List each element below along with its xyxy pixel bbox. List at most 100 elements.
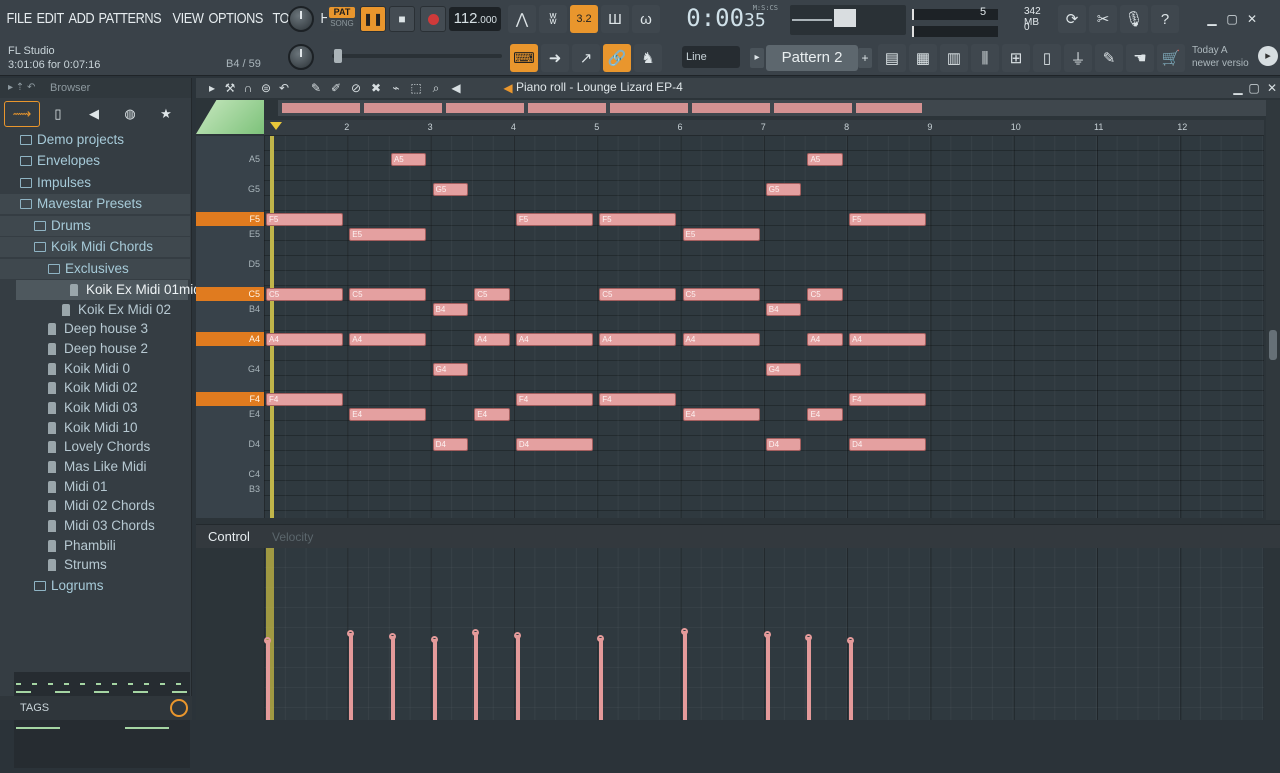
velocity-handle[interactable] <box>513 632 521 639</box>
news-arrow-icon[interactable]: ▸ <box>1258 46 1278 66</box>
browser-item[interactable]: Strums <box>0 555 190 575</box>
velocity-bar[interactable] <box>682 631 687 720</box>
undo-icon[interactable]: ↶ <box>276 81 292 95</box>
note[interactable]: A4 <box>807 333 843 346</box>
note[interactable]: F5 <box>849 213 927 226</box>
note[interactable]: F4 <box>599 393 677 406</box>
playback-icon[interactable]: ◀ <box>448 81 464 95</box>
scroll-thumb[interactable] <box>1269 330 1277 360</box>
master-pitch-handle[interactable] <box>334 49 342 63</box>
browser-item[interactable]: Mas Like Midi <box>0 457 190 477</box>
recording-filter-button[interactable]: ↗ <box>572 44 600 72</box>
record-button[interactable] <box>420 6 446 32</box>
blend-notes-button[interactable]: Ш <box>601 5 629 33</box>
online-tab[interactable]: ◍ <box>112 101 148 127</box>
select-icon[interactable]: ⬚ <box>408 81 424 95</box>
note[interactable]: C5 <box>807 288 843 301</box>
menu-edit[interactable]: EDIT <box>34 6 66 30</box>
note[interactable]: E4 <box>349 408 427 421</box>
velocity-bar[interactable] <box>765 634 770 720</box>
news-panel[interactable]: Today A newer versio <box>1192 44 1249 70</box>
minimize-button[interactable]: ▁ <box>1204 12 1220 26</box>
velocity-handle[interactable] <box>388 633 396 640</box>
piano-roll-title[interactable]: Piano roll - Lounge Lizard EP-4 <box>516 80 683 94</box>
audio-input-button[interactable]: 🎙 <box>1120 5 1148 33</box>
velocity-handle[interactable] <box>763 631 771 638</box>
note[interactable]: F5 <box>599 213 677 226</box>
velocity-bar[interactable] <box>432 639 437 720</box>
control-label[interactable]: Control <box>208 529 250 544</box>
add-pattern-button[interactable]: + <box>858 48 872 68</box>
browser-item[interactable]: Midi 01 <box>0 477 190 497</box>
note-grid[interactable]: A5 A5 G5 G5 F5 F5 F5 F5 E5 E5 C5 C5 C5 C5 C5 C5 B4 B4 A4 A4… <box>264 136 1264 518</box>
browser-item[interactable]: Lovely Chords <box>0 437 190 457</box>
note[interactable]: F5 <box>515 213 594 226</box>
note[interactable]: F4 <box>266 393 344 406</box>
browser-item[interactable]: Koik Midi Chords <box>0 237 190 257</box>
touch-controller-button[interactable]: ☚ <box>1126 44 1154 72</box>
note[interactable]: E5 <box>349 228 427 241</box>
close-window-button[interactable]: ✕ <box>1244 12 1260 26</box>
close-icon[interactable]: ✕ <box>1264 81 1280 95</box>
note[interactable]: D4 <box>515 438 594 451</box>
note[interactable]: C5 <box>599 288 677 301</box>
velocity-bar[interactable] <box>849 640 854 720</box>
note[interactable]: C5 <box>266 288 344 301</box>
snap-select[interactable]: Line <box>682 46 740 68</box>
velocity-handle[interactable] <box>264 637 271 644</box>
play-pause-button[interactable]: ❚❚ <box>360 6 386 32</box>
channel-color-tab[interactable] <box>196 100 264 134</box>
browser-item[interactable]: Demo projects <box>0 130 190 150</box>
countdown-button[interactable]: 3.2 <box>570 5 598 33</box>
typing-keyboard-button[interactable]: ⌨ <box>510 44 538 72</box>
velocity-bar[interactable] <box>807 637 812 720</box>
browser-item[interactable]: Deep house 3 <box>0 319 190 339</box>
note[interactable]: B4 <box>765 303 802 316</box>
menu-view[interactable]: VIEW <box>170 6 206 30</box>
current-project-tab[interactable]: ▯ <box>40 101 76 127</box>
tools-icon[interactable]: ⚒ <box>222 81 238 95</box>
playlist-button[interactable]: ▤ <box>878 44 906 72</box>
note[interactable]: F4 <box>515 393 594 406</box>
note[interactable]: C5 <box>349 288 427 301</box>
vertical-scrollbar[interactable] <box>1266 100 1280 520</box>
note[interactable]: A5 <box>807 153 843 166</box>
note[interactable]: E5 <box>682 228 760 241</box>
browser-item[interactable]: Mavestar Presets <box>0 194 190 214</box>
minimize-icon[interactable]: ▁ <box>1230 81 1246 95</box>
note[interactable]: F5 <box>266 213 344 226</box>
browser-item[interactable]: Phambili <box>0 536 190 556</box>
wait-record-button[interactable]: ʬ <box>539 5 567 33</box>
overview-scrollbar[interactable] <box>278 100 1268 116</box>
paint-brush-icon[interactable]: ✐ <box>328 81 344 95</box>
plugin-database-tab[interactable]: ◀ <box>76 101 112 127</box>
favorites-tab[interactable]: ★ <box>148 101 184 127</box>
note[interactable]: A4 <box>474 333 510 346</box>
piano-roll-button[interactable]: ▦ <box>909 44 937 72</box>
pattern-song-switch[interactable]: PAT SONG <box>327 5 357 31</box>
note[interactable]: A4 <box>349 333 427 346</box>
note[interactable]: C5 <box>474 288 510 301</box>
stamp-icon[interactable]: ⊜ <box>258 81 274 95</box>
browser-item[interactable]: Koik Ex Midi 01mid <box>16 280 201 300</box>
help-button[interactable]: ? <box>1151 5 1179 33</box>
note[interactable]: E4 <box>474 408 510 421</box>
browser-item[interactable]: Midi 03 Chords <box>0 516 190 536</box>
magnet-icon[interactable]: ∩ <box>240 81 256 95</box>
browser-item[interactable]: Logrums <box>0 576 190 596</box>
note[interactable]: D4 <box>432 438 469 451</box>
note[interactable]: A4 <box>515 333 594 346</box>
maximize-button[interactable]: ▢ <box>1224 12 1240 26</box>
browser-item[interactable]: Drums <box>0 216 190 236</box>
browser-item[interactable]: Midi 02 Chords <box>0 496 190 516</box>
menu-patterns[interactable]: PATTERNS <box>96 6 164 30</box>
velocity-bar[interactable] <box>474 632 479 720</box>
snap-button[interactable]: ♞ <box>634 44 662 72</box>
mixer-button[interactable]: ⫼ <box>971 44 999 72</box>
note[interactable]: G5 <box>432 183 469 196</box>
project-button[interactable]: ▯ <box>1033 44 1061 72</box>
note[interactable]: A4 <box>682 333 760 346</box>
tempo-display[interactable]: 112.000 <box>449 7 501 31</box>
note[interactable]: E4 <box>807 408 843 421</box>
time-ruler[interactable]: 2 3 4 5 6 7 8 9 10 11 12 <box>264 120 1264 136</box>
